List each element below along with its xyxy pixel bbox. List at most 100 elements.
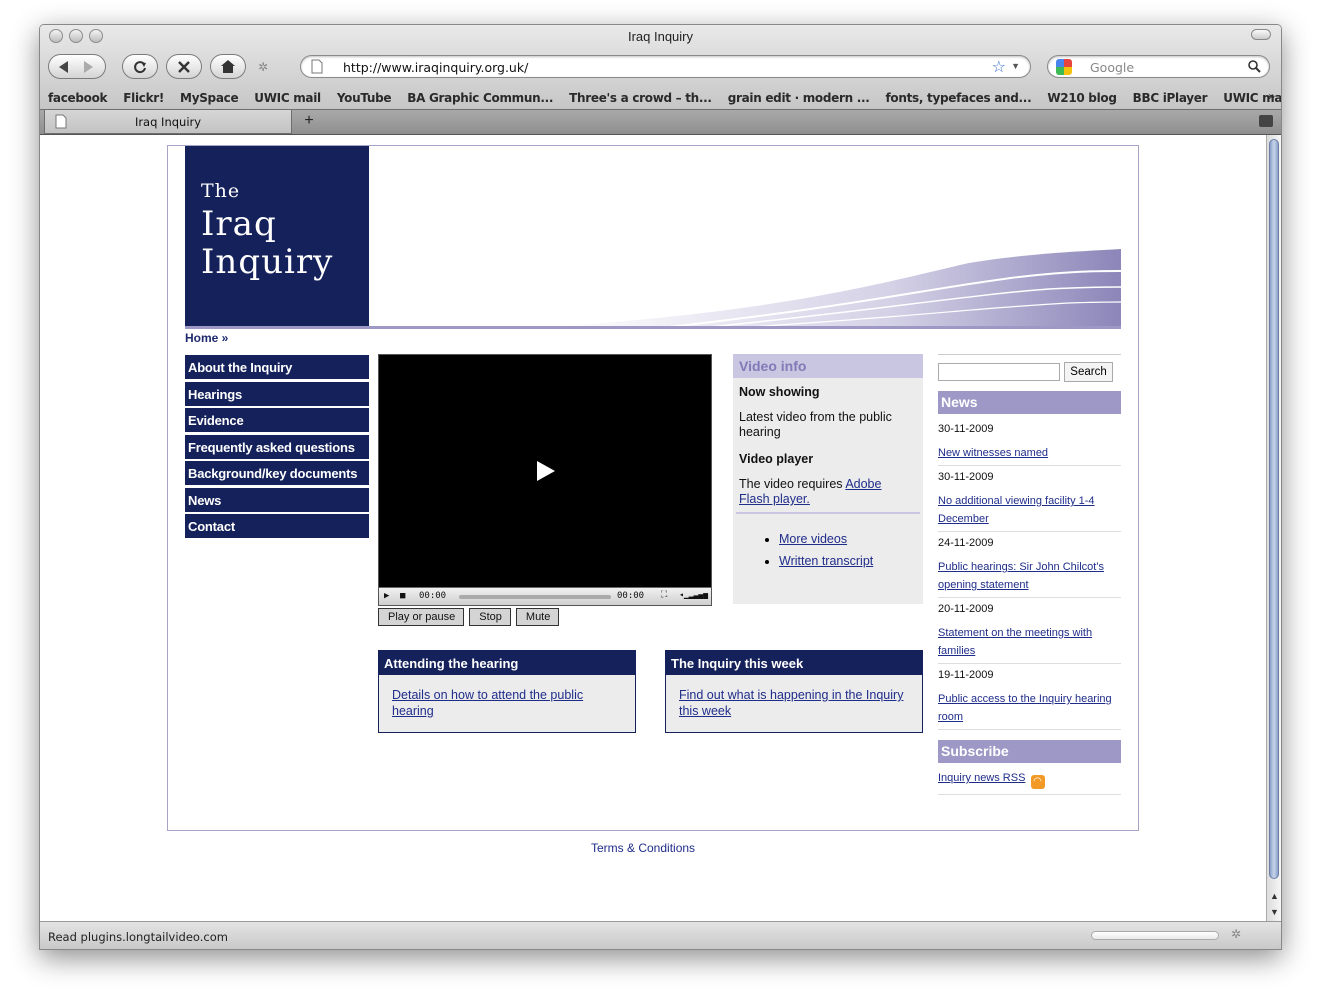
terms-conditions-link[interactable]: Terms & Conditions [591, 841, 695, 855]
close-icon [178, 60, 190, 73]
breadcrumb[interactable]: Home » [185, 331, 228, 345]
more-videos-link[interactable]: More videos [779, 532, 847, 546]
news-link[interactable]: New witnesses named [938, 447, 1048, 459]
volume-icon[interactable]: ◂▁▂▃▄▅ [679, 590, 708, 599]
play-pause-button[interactable]: Play or pause [378, 608, 465, 626]
site-search-button[interactable]: Search [1064, 362, 1113, 382]
vertical-scrollbar[interactable]: ▲ ▼ [1266, 135, 1281, 923]
page-icon [311, 59, 323, 74]
bookmark-myspace[interactable]: MySpace [180, 91, 239, 105]
bookmark-youtube[interactable]: YouTube [337, 91, 392, 105]
attending-hearing-box: Attending the hearing Details on how to … [378, 650, 636, 733]
nav-item-background[interactable]: Background/key documents [185, 461, 369, 485]
tab-iraq-inquiry[interactable]: Iraq Inquiry [44, 110, 292, 134]
news-date: 30-11-2009 [938, 423, 994, 435]
news-list: 30-11-2009 New witnesses named 30-11-200… [938, 418, 1121, 795]
logo-line-the: The [201, 180, 241, 202]
logo-line-inquiry: Inquiry [201, 242, 334, 282]
nav-item-faq[interactable]: Frequently asked questions [185, 434, 369, 459]
bookmarks-overflow-button[interactable]: » [1268, 89, 1275, 103]
site-search-input[interactable] [938, 363, 1060, 381]
new-tab-button[interactable]: + [296, 112, 322, 132]
news-date: 20-11-2009 [938, 603, 994, 615]
news-link[interactable]: Public access to the Inquiry hearing roo… [938, 693, 1112, 723]
tab-overview-icon[interactable] [1259, 115, 1273, 127]
news-item: 24-11-2009 Public hearings: Sir John Chi… [938, 532, 1121, 598]
video-info-heading: Video info [733, 354, 923, 378]
time-total: 00:00 [617, 591, 645, 601]
play-icon[interactable] [537, 461, 555, 481]
status-text: Read plugins.longtailvideo.com [48, 930, 228, 944]
address-bar[interactable]: http://www.iraqinquiry.org.uk/ ☆ ▼ [300, 55, 1031, 78]
news-link[interactable]: No additional viewing facility 1-4 Decem… [938, 495, 1095, 525]
video-player[interactable]: ▶ ■ 00:00 00:00 ⛶ ◂▁▂▃▄▅ [378, 354, 712, 606]
forward-arrow-icon[interactable] [83, 60, 93, 73]
google-icon[interactable] [1056, 59, 1072, 75]
scroll-up-icon[interactable]: ▲ [1270, 891, 1279, 901]
scrollbar-thumb[interactable] [1269, 139, 1279, 879]
scroll-down-icon[interactable]: ▼ [1270, 907, 1279, 917]
browser-toolbar: Iraq Inquiry ✲ http://www.iraqinquiry.or… [40, 25, 1281, 109]
news-item: 19-11-2009 Public access to the Inquiry … [938, 664, 1121, 730]
bookmark-facebook[interactable]: facebook [48, 91, 108, 105]
nav-item-hearings[interactable]: Hearings [185, 381, 369, 406]
nav-item-contact[interactable]: Contact [185, 514, 369, 538]
search-field[interactable]: Google [1047, 55, 1270, 78]
gear-icon[interactable]: ✲ [258, 60, 268, 74]
play-small-icon[interactable]: ▶ [384, 591, 389, 601]
inquiry-this-week-heading: The Inquiry this week [666, 651, 922, 675]
back-forward-button[interactable] [48, 54, 106, 79]
news-link[interactable]: Public hearings: Sir John Chilcot's open… [938, 561, 1104, 591]
search-placeholder[interactable]: Google [1090, 60, 1134, 75]
bookmark-ba-graphic[interactable]: BA Graphic Commun... [407, 91, 553, 105]
bookmark-uwic-mail[interactable]: UWIC mail [254, 91, 321, 105]
side-navigation: About the Inquiry Hearings Evidence Freq… [185, 355, 369, 541]
tab-title: Iraq Inquiry [134, 115, 202, 129]
status-bar: Read plugins.longtailvideo.com ✲ [40, 921, 1281, 949]
activity-icon[interactable]: ✲ [1231, 927, 1241, 941]
logo-line-iraq: Iraq [201, 204, 277, 244]
home-button[interactable] [210, 54, 246, 79]
bookmark-fonts[interactable]: fonts, typefaces and... [886, 91, 1032, 105]
attend-details-link[interactable]: Details on how to attend the public hear… [392, 688, 583, 718]
chevron-down-icon[interactable]: ▼ [1011, 61, 1020, 71]
news-link[interactable]: Statement on the meetings with families [938, 627, 1092, 657]
video-player-label: Video player [739, 452, 814, 466]
inquiry-this-week-box: The Inquiry this week Find out what is h… [665, 650, 923, 733]
news-item: 30-11-2009 New witnesses named [938, 418, 1121, 466]
inquiry-week-link[interactable]: Find out what is happening in the Inquir… [679, 688, 903, 718]
bookmark-star-icon[interactable]: ☆ [992, 57, 1006, 77]
back-arrow-icon[interactable] [59, 60, 73, 73]
site-logo[interactable]: The Iraq Inquiry [185, 146, 369, 326]
url-text[interactable]: http://www.iraqinquiry.org.uk/ [343, 60, 528, 75]
magnifier-icon[interactable] [1248, 60, 1261, 73]
video-control-bar: ▶ ■ 00:00 00:00 ⛶ ◂▁▂▃▄▅ [379, 587, 711, 605]
video-buttons: Play or pause Stop Mute [378, 608, 560, 626]
rss-icon[interactable]: ◠ [1030, 775, 1045, 789]
written-transcript-link[interactable]: Written transcript [779, 554, 873, 568]
banner-swoosh-graphic [549, 249, 1121, 327]
browser-window: Iraq Inquiry ✲ http://www.iraqinquiry.or… [39, 24, 1282, 950]
stop-small-icon[interactable]: ■ [400, 591, 405, 601]
banner-divider [185, 326, 1121, 329]
nav-item-news[interactable]: News [185, 487, 369, 512]
stop-button[interactable]: Stop [469, 608, 511, 626]
reload-button[interactable] [122, 54, 158, 79]
bookmark-threes-a-crowd[interactable]: Three's a crowd – th... [569, 91, 712, 105]
video-scrubber[interactable] [459, 595, 611, 599]
bookmark-flickr[interactable]: Flickr! [123, 91, 164, 105]
nav-item-about[interactable]: About the Inquiry [185, 355, 369, 379]
stop-button[interactable] [166, 54, 202, 79]
bookmark-w210-blog[interactable]: W210 blog [1047, 91, 1117, 105]
bookmark-bbc-iplayer[interactable]: BBC iPlayer [1133, 91, 1208, 105]
mute-button[interactable]: Mute [515, 608, 560, 626]
bookmark-grain-edit[interactable]: grain edit · modern ... [728, 91, 870, 105]
rss-link[interactable]: Inquiry news RSS [938, 772, 1025, 784]
nav-item-evidence[interactable]: Evidence [185, 408, 369, 432]
fullscreen-icon[interactable]: ⛶ [661, 590, 667, 600]
news-item: 20-11-2009 Statement on the meetings wit… [938, 598, 1121, 664]
news-date: 19-11-2009 [938, 669, 994, 681]
news-date: 30-11-2009 [938, 471, 994, 483]
toolbar-toggle-button[interactable] [1251, 29, 1271, 40]
subscribe-item: Inquiry news RSS ◠ [938, 763, 1121, 795]
